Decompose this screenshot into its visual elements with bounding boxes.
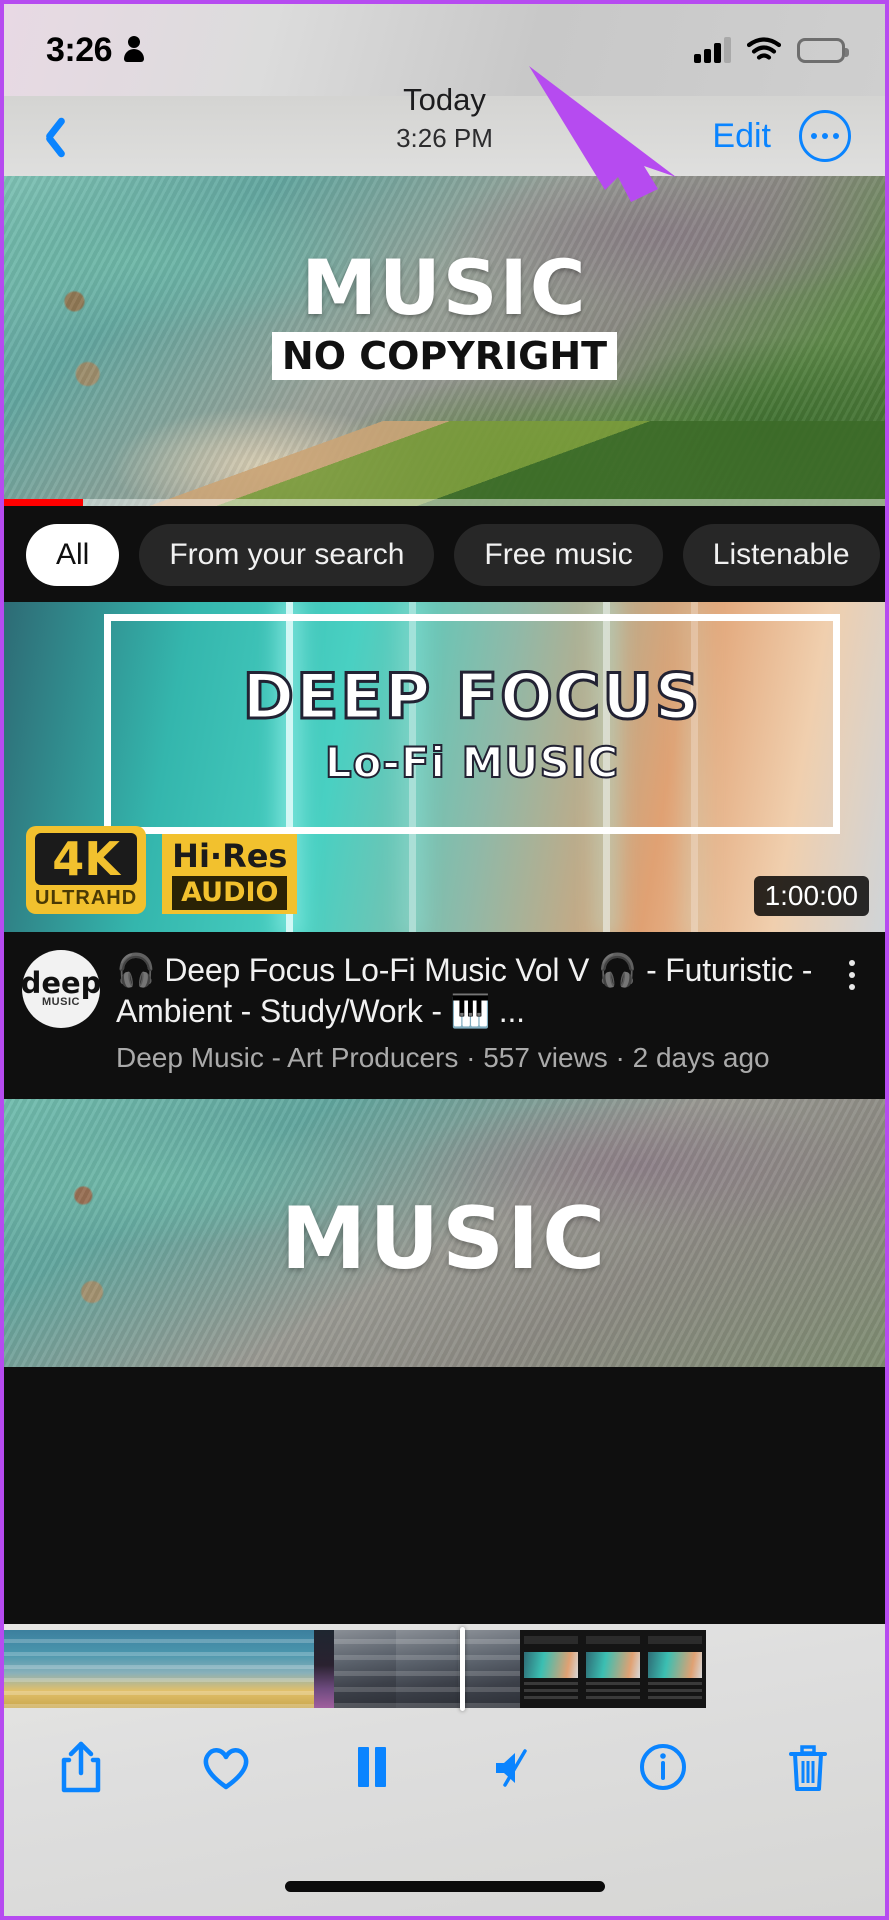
lower-frame-headline: MUSIC	[280, 1189, 609, 1289]
channel-avatar[interactable]: deep MUSIC	[20, 950, 102, 1028]
share-button[interactable]	[48, 1734, 114, 1800]
thumbnail-badges: 4K ULTRAHD Hi·Res AUDIO	[26, 826, 298, 914]
filmstrip-frame[interactable]	[520, 1630, 582, 1708]
thumbnail-title: DEEP FOCUS	[241, 659, 702, 733]
lower-recorded-frame: MUSIC	[4, 1099, 885, 1367]
trash-icon	[788, 1745, 827, 1791]
video-meta-text: 🎧 Deep Focus Lo-Fi Music Vol V 🎧 - Futur…	[116, 950, 819, 1077]
ellipsis-circle-icon[interactable]	[799, 110, 851, 162]
filmstrip-frame[interactable]	[458, 1630, 520, 1708]
playhead-handle[interactable]	[460, 1627, 465, 1711]
filmstrip-frame[interactable]	[128, 1630, 190, 1708]
info-circle-icon	[639, 1744, 686, 1790]
chip-free-music[interactable]: Free music	[454, 524, 663, 586]
status-bar-clock: 3:26	[46, 30, 113, 69]
favorite-button[interactable]	[193, 1734, 259, 1800]
filmstrip-frame[interactable]	[396, 1630, 458, 1708]
artwork-headline: MUSIC	[301, 243, 588, 332]
badge-4k-main: 4K	[35, 833, 138, 885]
filmstrip-frame[interactable]	[582, 1630, 644, 1708]
video-filmstrip[interactable]	[4, 1627, 885, 1711]
chip-listenable[interactable]: Listenable	[682, 524, 880, 586]
kebab-menu-icon[interactable]	[835, 950, 869, 1077]
navigation-bar: Today 3:26 PM Edit	[4, 82, 885, 176]
person-icon	[124, 36, 145, 64]
filmstrip-frame[interactable]	[252, 1630, 314, 1708]
filter-chip-row[interactable]: All From your search Free music Listenab…	[4, 506, 885, 602]
action-toolbar	[4, 1708, 885, 1800]
thumbnail-text-frame: DEEP FOCUS Lo-Fi MUSIC	[104, 614, 840, 834]
pause-button[interactable]	[339, 1734, 405, 1800]
filmstrip-frame[interactable]	[644, 1630, 706, 1708]
video-meta-row[interactable]: deep MUSIC 🎧 Deep Focus Lo-Fi Music Vol …	[4, 932, 885, 1099]
thumbnail-subtitle: Lo-Fi MUSIC	[324, 737, 620, 788]
chip-all[interactable]: All	[26, 524, 120, 586]
badge-hires-audio: Hi·Res AUDIO	[162, 834, 298, 914]
filmstrip-frame[interactable]	[4, 1630, 66, 1708]
battery-icon	[797, 37, 849, 63]
filmstrip-frame[interactable]	[334, 1630, 396, 1708]
video-thumbnail[interactable]: DEEP FOCUS Lo-Fi MUSIC 4K ULTRAHD Hi·Res…	[4, 602, 885, 932]
video-progress-fill	[4, 499, 84, 506]
artwork-subhead: NO COPYRIGHT	[271, 332, 618, 380]
wifi-icon	[746, 37, 782, 63]
status-bar: 3:26	[4, 4, 885, 96]
filmstrip-frame[interactable]	[190, 1630, 252, 1708]
chip-from-your-search[interactable]: From your search	[139, 524, 435, 586]
avatar-line-2: MUSIC	[42, 996, 80, 1008]
video-progress-bar[interactable]	[4, 499, 885, 506]
filmstrip-group-right[interactable]	[334, 1630, 706, 1708]
back-button[interactable]	[38, 113, 72, 159]
home-indicator	[284, 1881, 605, 1892]
share-icon	[61, 1741, 101, 1793]
phone-screen: 3:26 Today 3:26 PM Edit MUSIC NO COPYRIG…	[0, 0, 889, 1920]
recorded-youtube-player: MUSIC NO COPYRIGHT	[4, 176, 885, 506]
info-button[interactable]	[630, 1734, 696, 1800]
video-subtitle: Deep Music - Art Producers · 557 views ·…	[116, 1042, 770, 1073]
speaker-mute-icon	[496, 1749, 527, 1787]
edit-button[interactable]: Edit	[712, 117, 771, 156]
video-playback-area[interactable]: MUSIC NO COPYRIGHT All From your search …	[4, 176, 885, 1624]
delete-button[interactable]	[775, 1734, 841, 1800]
video-title: 🎧 Deep Focus Lo-Fi Music Vol V 🎧 - Futur…	[116, 952, 813, 1029]
avatar-line-1: deep	[20, 966, 102, 1000]
nav-right-actions: Edit	[712, 110, 851, 162]
filmstrip-group-left[interactable]	[4, 1630, 376, 1708]
bottom-bar	[4, 1624, 885, 1916]
video-duration-badge: 1:00:00	[753, 876, 869, 916]
cellular-signal-icon	[694, 37, 731, 63]
badge-4k-sub: ULTRAHD	[35, 887, 138, 909]
status-bar-left: 3:26	[46, 30, 145, 70]
badge-4k-ultrahd: 4K ULTRAHD	[26, 826, 147, 914]
player-artwork: MUSIC NO COPYRIGHT	[4, 250, 885, 380]
status-bar-right	[694, 37, 849, 63]
mute-button[interactable]	[484, 1734, 550, 1800]
badge-hires-top: Hi·Res	[172, 837, 288, 875]
badge-hires-bottom: AUDIO	[172, 876, 288, 910]
pause-icon	[357, 1747, 386, 1787]
filmstrip-frame[interactable]	[66, 1630, 128, 1708]
heart-icon	[204, 1748, 249, 1790]
